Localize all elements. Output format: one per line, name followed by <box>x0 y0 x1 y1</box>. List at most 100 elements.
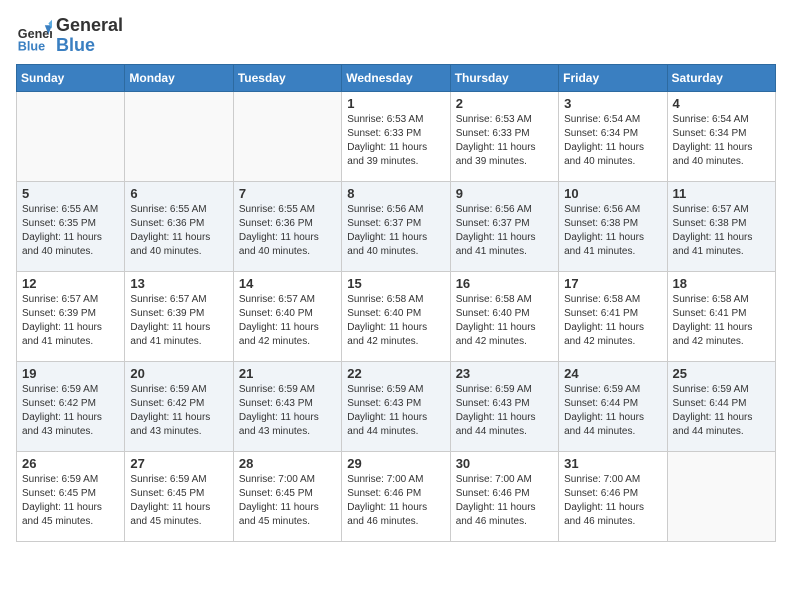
cell-info: Sunrise: 6:59 AM Sunset: 6:42 PM Dayligh… <box>130 383 227 439</box>
cell-info: Sunrise: 6:59 AM Sunset: 6:42 PM Dayligh… <box>22 383 119 439</box>
cell-info: Sunrise: 6:59 AM Sunset: 6:43 PM Dayligh… <box>347 383 444 439</box>
day-number: 24 <box>564 366 661 381</box>
day-number: 23 <box>456 366 553 381</box>
calendar-cell: 29Sunrise: 7:00 AM Sunset: 6:46 PM Dayli… <box>342 451 450 541</box>
day-number: 5 <box>22 186 119 201</box>
day-number: 3 <box>564 96 661 111</box>
day-number: 11 <box>673 186 770 201</box>
day-number: 16 <box>456 276 553 291</box>
calendar-cell: 5 Sunrise: 6:55 AM Sunset: 6:35 PM Daylig… <box>17 181 125 271</box>
day-number: 28 <box>239 456 336 471</box>
logo-icon: General Blue <box>16 18 52 54</box>
cell-info: Sunrise: 6:59 AM Sunset: 6:43 PM Dayligh… <box>456 383 553 439</box>
weekday-sunday: Sunday <box>17 64 125 91</box>
logo: General Blue GeneralBlue <box>16 16 123 56</box>
calendar-cell: 17Sunrise: 6:58 AM Sunset: 6:41 PM Dayli… <box>559 271 667 361</box>
cell-info: Sunrise: 6:57 AM Sunset: 6:40 PM Dayligh… <box>239 293 336 349</box>
cell-info: Sunrise: 6:57 AM Sunset: 6:39 PM Dayligh… <box>130 293 227 349</box>
day-number: 30 <box>456 456 553 471</box>
day-number: 13 <box>130 276 227 291</box>
calendar-cell: 7 Sunrise: 6:55 AM Sunset: 6:36 PM Daylig… <box>233 181 341 271</box>
calendar-cell: 26 Sunrise: 6:59 AM Sunset: 6:45 PM Dayli… <box>17 451 125 541</box>
day-number: 27 <box>130 456 227 471</box>
page-header: General Blue GeneralBlue <box>16 16 776 56</box>
calendar-cell: 8Sunrise: 6:56 AM Sunset: 6:37 PM Daylig… <box>342 181 450 271</box>
calendar-cell: 4Sunrise: 6:54 AM Sunset: 6:34 PM Daylig… <box>667 91 775 181</box>
day-number: 29 <box>347 456 444 471</box>
calendar-cell: 28 Sunrise: 7:00 AM Sunset: 6:45 PM Dayli… <box>233 451 341 541</box>
calendar-cell: 25 Sunrise: 6:59 AM Sunset: 6:44 PM Dayli… <box>667 361 775 451</box>
week-row-2: 5 Sunrise: 6:55 AM Sunset: 6:35 PM Daylig… <box>17 181 776 271</box>
calendar-cell: 18 Sunrise: 6:58 AM Sunset: 6:41 PM Dayli… <box>667 271 775 361</box>
cell-info: Sunrise: 6:54 AM Sunset: 6:34 PM Dayligh… <box>673 113 770 169</box>
calendar-cell: 2Sunrise: 6:53 AM Sunset: 6:33 PM Daylig… <box>450 91 558 181</box>
cell-info: Sunrise: 6:55 AM Sunset: 6:36 PM Dayligh… <box>130 203 227 259</box>
calendar-cell: 20Sunrise: 6:59 AM Sunset: 6:42 PM Dayli… <box>125 361 233 451</box>
calendar-cell: 9 Sunrise: 6:56 AM Sunset: 6:37 PM Daylig… <box>450 181 558 271</box>
day-number: 1 <box>347 96 444 111</box>
day-number: 2 <box>456 96 553 111</box>
cell-info: Sunrise: 6:55 AM Sunset: 6:36 PM Dayligh… <box>239 203 336 259</box>
weekday-thursday: Thursday <box>450 64 558 91</box>
calendar-cell: 12Sunrise: 6:57 AM Sunset: 6:39 PM Dayli… <box>17 271 125 361</box>
day-number: 14 <box>239 276 336 291</box>
cell-info: Sunrise: 6:59 AM Sunset: 6:45 PM Dayligh… <box>22 473 119 529</box>
weekday-monday: Monday <box>125 64 233 91</box>
weekday-friday: Friday <box>559 64 667 91</box>
week-row-3: 12Sunrise: 6:57 AM Sunset: 6:39 PM Dayli… <box>17 271 776 361</box>
day-number: 21 <box>239 366 336 381</box>
day-number: 15 <box>347 276 444 291</box>
cell-info: Sunrise: 6:58 AM Sunset: 6:40 PM Dayligh… <box>456 293 553 349</box>
day-number: 25 <box>673 366 770 381</box>
cell-info: Sunrise: 6:58 AM Sunset: 6:41 PM Dayligh… <box>564 293 661 349</box>
cell-info: Sunrise: 6:58 AM Sunset: 6:40 PM Dayligh… <box>347 293 444 349</box>
day-number: 10 <box>564 186 661 201</box>
cell-info: Sunrise: 6:59 AM Sunset: 6:43 PM Dayligh… <box>239 383 336 439</box>
weekday-wednesday: Wednesday <box>342 64 450 91</box>
cell-info: Sunrise: 6:56 AM Sunset: 6:37 PM Dayligh… <box>456 203 553 259</box>
day-number: 22 <box>347 366 444 381</box>
weekday-tuesday: Tuesday <box>233 64 341 91</box>
cell-info: Sunrise: 6:56 AM Sunset: 6:38 PM Dayligh… <box>564 203 661 259</box>
cell-info: Sunrise: 6:59 AM Sunset: 6:44 PM Dayligh… <box>564 383 661 439</box>
calendar-cell: 30 Sunrise: 7:00 AM Sunset: 6:46 PM Dayli… <box>450 451 558 541</box>
calendar-cell: 31 Sunrise: 7:00 AM Sunset: 6:46 PM Dayli… <box>559 451 667 541</box>
cell-info: Sunrise: 6:57 AM Sunset: 6:39 PM Dayligh… <box>22 293 119 349</box>
calendar-cell: 15 Sunrise: 6:58 AM Sunset: 6:40 PM Dayli… <box>342 271 450 361</box>
cell-info: Sunrise: 6:55 AM Sunset: 6:35 PM Dayligh… <box>22 203 119 259</box>
cell-info: Sunrise: 7:00 AM Sunset: 6:46 PM Dayligh… <box>456 473 553 529</box>
week-row-1: 1 Sunrise: 6:53 AM Sunset: 6:33 PM Daylig… <box>17 91 776 181</box>
day-number: 31 <box>564 456 661 471</box>
day-number: 26 <box>22 456 119 471</box>
calendar-cell: 23 Sunrise: 6:59 AM Sunset: 6:43 PM Dayli… <box>450 361 558 451</box>
calendar-cell <box>233 91 341 181</box>
calendar-cell: 11Sunrise: 6:57 AM Sunset: 6:38 PM Dayli… <box>667 181 775 271</box>
cell-info: Sunrise: 6:59 AM Sunset: 6:44 PM Dayligh… <box>673 383 770 439</box>
calendar-table: SundayMondayTuesdayWednesdayThursdayFrid… <box>16 64 776 542</box>
cell-info: Sunrise: 6:53 AM Sunset: 6:33 PM Dayligh… <box>347 113 444 169</box>
weekday-saturday: Saturday <box>667 64 775 91</box>
cell-info: Sunrise: 7:00 AM Sunset: 6:46 PM Dayligh… <box>564 473 661 529</box>
weekday-header-row: SundayMondayTuesdayWednesdayThursdayFrid… <box>17 64 776 91</box>
calendar-body: 1 Sunrise: 6:53 AM Sunset: 6:33 PM Daylig… <box>17 91 776 541</box>
day-number: 18 <box>673 276 770 291</box>
cell-info: Sunrise: 6:58 AM Sunset: 6:41 PM Dayligh… <box>673 293 770 349</box>
calendar-cell: 3Sunrise: 6:54 AM Sunset: 6:34 PM Daylig… <box>559 91 667 181</box>
calendar-cell <box>667 451 775 541</box>
week-row-5: 26 Sunrise: 6:59 AM Sunset: 6:45 PM Dayli… <box>17 451 776 541</box>
day-number: 6 <box>130 186 227 201</box>
calendar-cell: 6 Sunrise: 6:55 AM Sunset: 6:36 PM Daylig… <box>125 181 233 271</box>
calendar-cell: 24 Sunrise: 6:59 AM Sunset: 6:44 PM Dayli… <box>559 361 667 451</box>
calendar-cell: 1 Sunrise: 6:53 AM Sunset: 6:33 PM Daylig… <box>342 91 450 181</box>
cell-info: Sunrise: 7:00 AM Sunset: 6:45 PM Dayligh… <box>239 473 336 529</box>
logo-text: GeneralBlue <box>56 16 123 56</box>
day-number: 9 <box>456 186 553 201</box>
day-number: 19 <box>22 366 119 381</box>
cell-info: Sunrise: 6:59 AM Sunset: 6:45 PM Dayligh… <box>130 473 227 529</box>
calendar-cell: 21 Sunrise: 6:59 AM Sunset: 6:43 PM Dayli… <box>233 361 341 451</box>
calendar-cell: 10 Sunrise: 6:56 AM Sunset: 6:38 PM Dayli… <box>559 181 667 271</box>
cell-info: Sunrise: 6:56 AM Sunset: 6:37 PM Dayligh… <box>347 203 444 259</box>
day-number: 7 <box>239 186 336 201</box>
calendar-cell: 13 Sunrise: 6:57 AM Sunset: 6:39 PM Dayli… <box>125 271 233 361</box>
calendar-cell: 22 Sunrise: 6:59 AM Sunset: 6:43 PM Dayli… <box>342 361 450 451</box>
